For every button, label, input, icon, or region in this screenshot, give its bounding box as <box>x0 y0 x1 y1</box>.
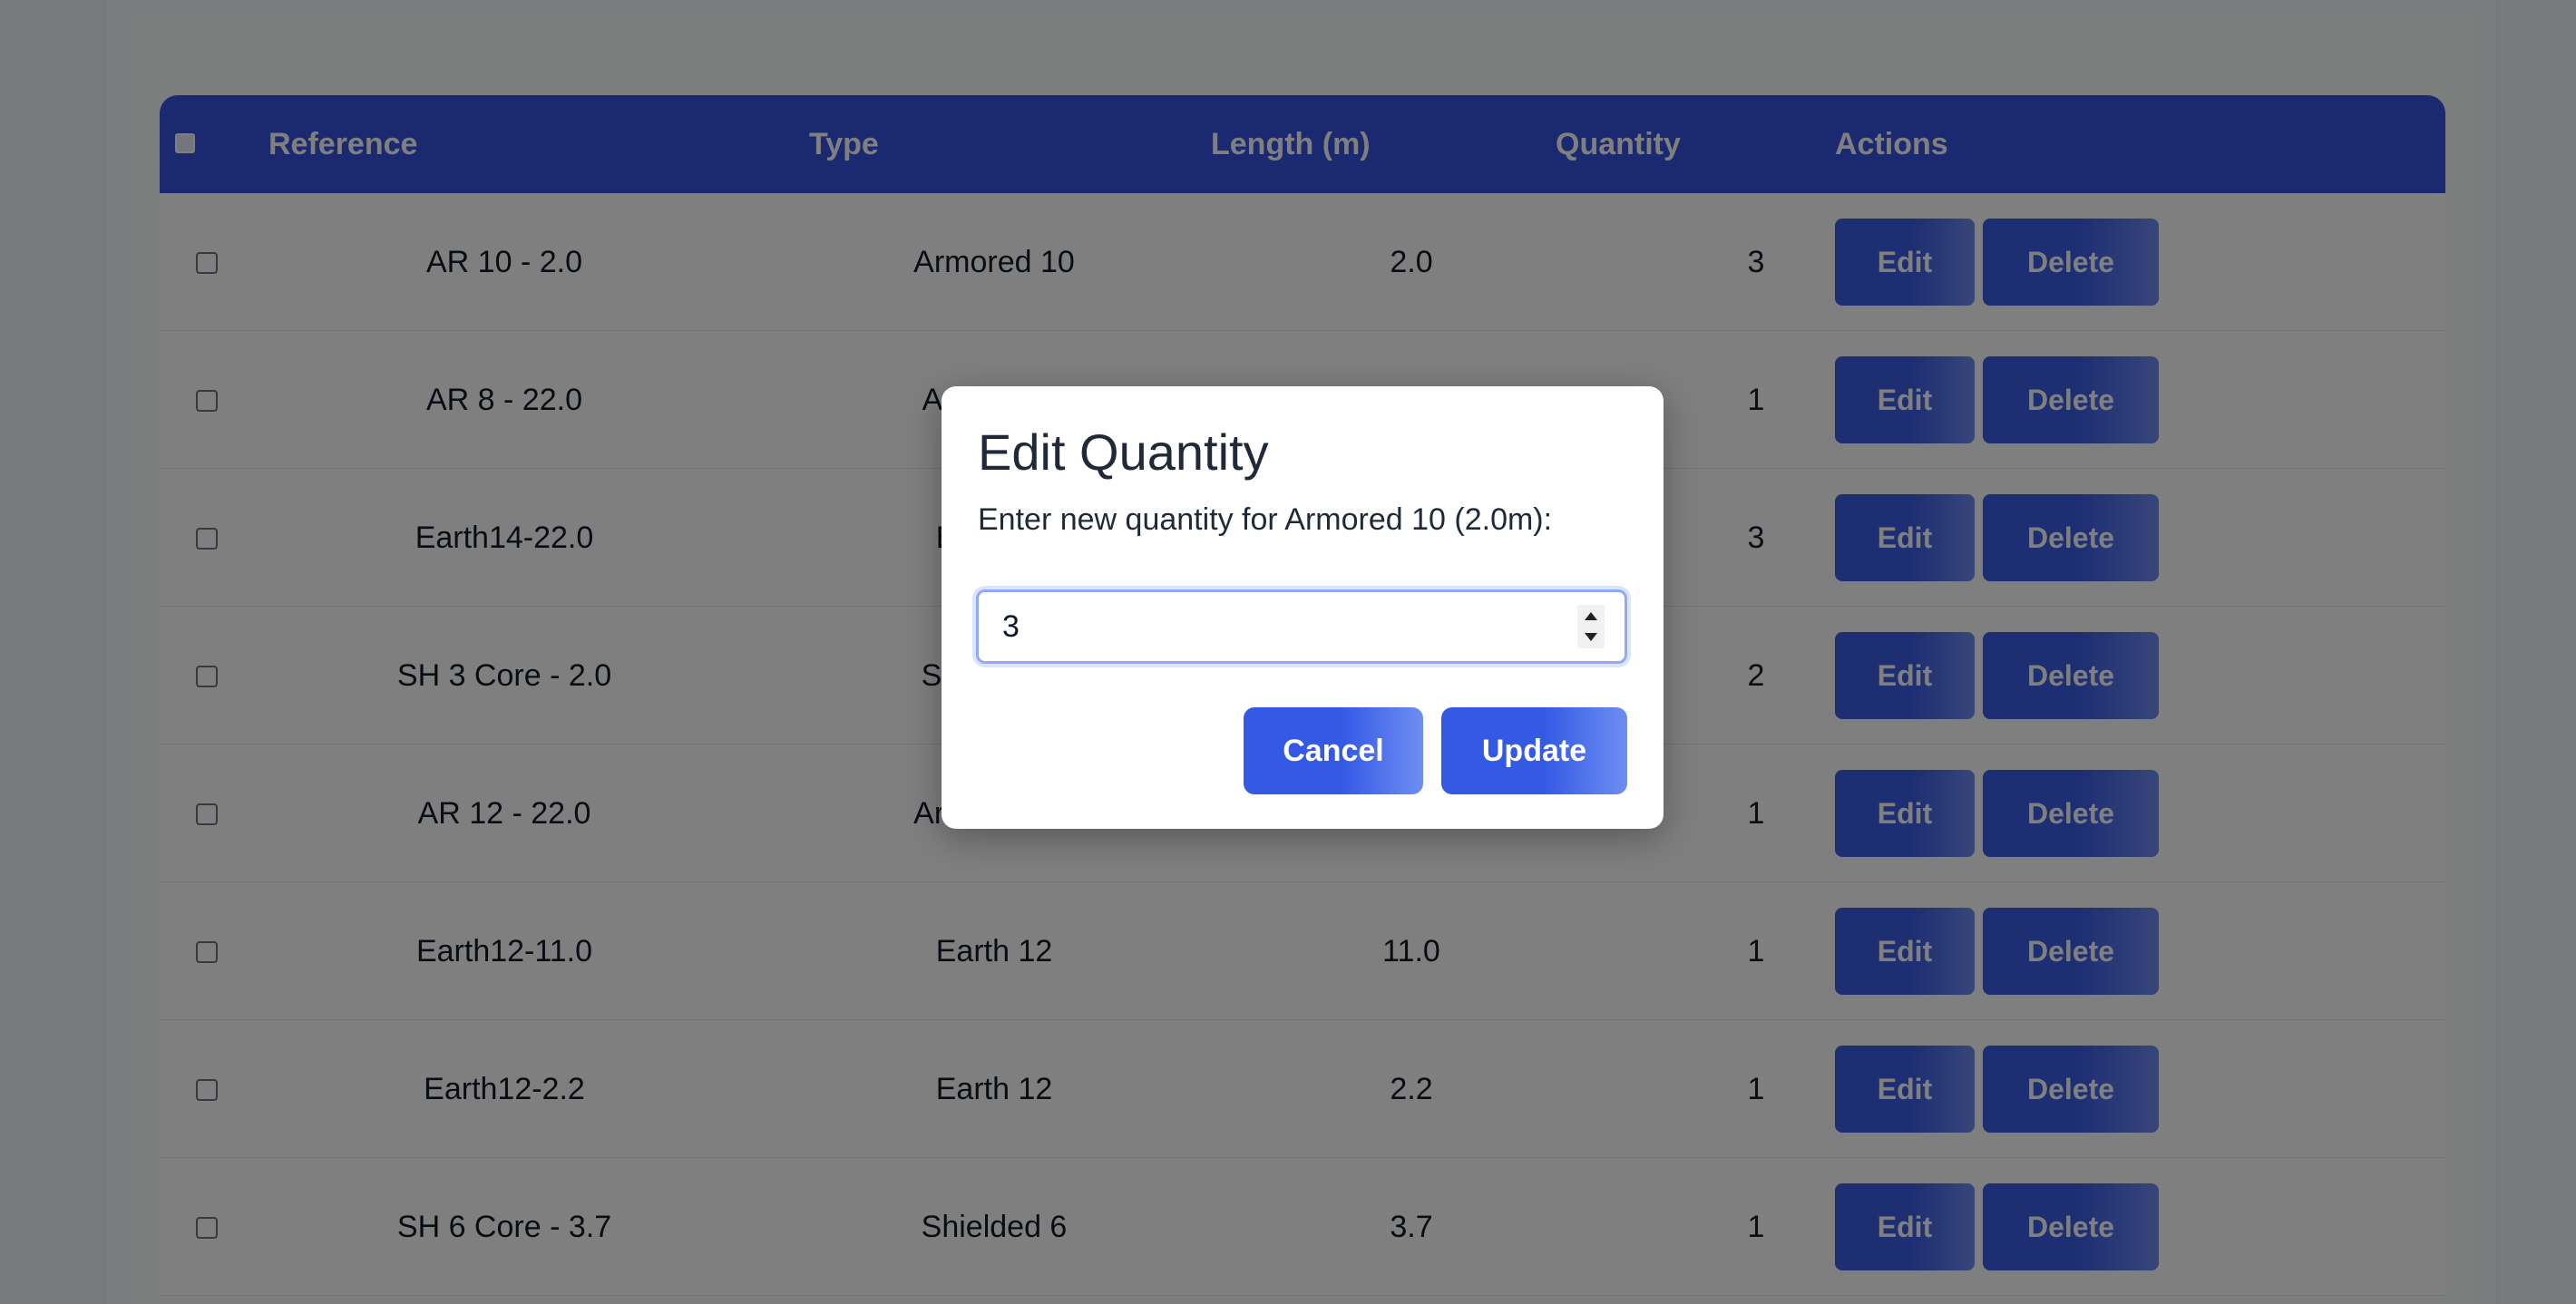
modal-message: Enter new quantity for Armored 10 (2.0m)… <box>978 502 1553 537</box>
edit-quantity-modal: Edit Quantity Enter new quantity for Arm… <box>942 386 1664 829</box>
modal-title: Edit Quantity <box>978 423 1269 481</box>
page: Reference Type Length (m) Quantity Actio… <box>0 0 2576 1304</box>
quantity-input-value: 3 <box>1002 609 1020 644</box>
stepper-up-icon[interactable] <box>1585 612 1597 620</box>
cancel-button[interactable]: Cancel <box>1244 707 1423 794</box>
update-button[interactable]: Update <box>1441 707 1627 794</box>
quantity-input[interactable]: 3 <box>976 589 1627 664</box>
quantity-stepper[interactable] <box>1577 605 1605 648</box>
stepper-down-icon[interactable] <box>1585 633 1597 641</box>
